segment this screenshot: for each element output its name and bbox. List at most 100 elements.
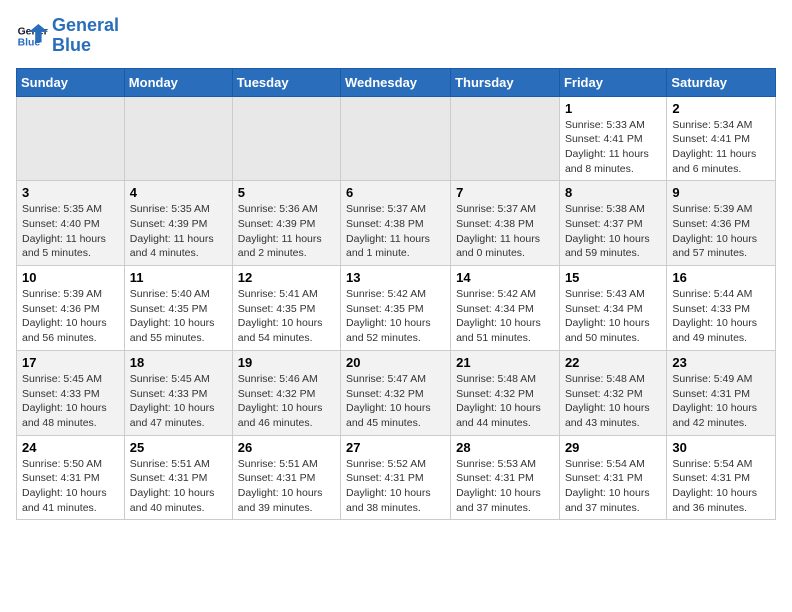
calendar-cell: 28 Sunrise: 5:53 AM Sunset: 4:31 PM Dayli… [451, 435, 560, 520]
weekday-header: Wednesday [341, 68, 451, 96]
calendar-table: SundayMondayTuesdayWednesdayThursdayFrid… [16, 68, 776, 521]
day-number: 23 [672, 355, 770, 370]
cell-info: Sunrise: 5:44 AM Sunset: 4:33 PM Dayligh… [672, 287, 770, 346]
calendar-cell: 24 Sunrise: 5:50 AM Sunset: 4:31 PM Dayli… [17, 435, 125, 520]
day-number: 9 [672, 185, 770, 200]
day-number: 15 [565, 270, 661, 285]
cell-info: Sunrise: 5:35 AM Sunset: 4:40 PM Dayligh… [22, 202, 119, 261]
day-number: 1 [565, 101, 661, 116]
weekday-header: Tuesday [232, 68, 340, 96]
page-header: General Blue GeneralBlue [16, 16, 776, 56]
calendar-cell: 17 Sunrise: 5:45 AM Sunset: 4:33 PM Dayli… [17, 350, 125, 435]
calendar-cell [341, 96, 451, 181]
weekday-header: Sunday [17, 68, 125, 96]
cell-info: Sunrise: 5:40 AM Sunset: 4:35 PM Dayligh… [130, 287, 227, 346]
day-number: 14 [456, 270, 554, 285]
logo-icon: General Blue [16, 20, 48, 52]
day-number: 6 [346, 185, 445, 200]
calendar-cell: 5 Sunrise: 5:36 AM Sunset: 4:39 PM Daylig… [232, 181, 340, 266]
logo-text: GeneralBlue [52, 16, 119, 56]
calendar-cell: 18 Sunrise: 5:45 AM Sunset: 4:33 PM Dayli… [124, 350, 232, 435]
calendar-week-row: 17 Sunrise: 5:45 AM Sunset: 4:33 PM Dayli… [17, 350, 776, 435]
cell-info: Sunrise: 5:42 AM Sunset: 4:35 PM Dayligh… [346, 287, 445, 346]
cell-info: Sunrise: 5:54 AM Sunset: 4:31 PM Dayligh… [672, 457, 770, 516]
cell-info: Sunrise: 5:47 AM Sunset: 4:32 PM Dayligh… [346, 372, 445, 431]
calendar-cell: 9Sunrise: 5:39 AM Sunset: 4:36 PM Daylig… [667, 181, 776, 266]
cell-info: Sunrise: 5:34 AM Sunset: 4:41 PM Dayligh… [672, 118, 770, 177]
cell-info: Sunrise: 5:37 AM Sunset: 4:38 PM Dayligh… [346, 202, 445, 261]
cell-info: Sunrise: 5:39 AM Sunset: 4:36 PM Dayligh… [22, 287, 119, 346]
cell-info: Sunrise: 5:51 AM Sunset: 4:31 PM Dayligh… [130, 457, 227, 516]
day-number: 8 [565, 185, 661, 200]
calendar-cell: 21 Sunrise: 5:48 AM Sunset: 4:32 PM Dayli… [451, 350, 560, 435]
calendar-cell [17, 96, 125, 181]
day-number: 13 [346, 270, 445, 285]
day-number: 3 [22, 185, 119, 200]
calendar-week-row: 10 Sunrise: 5:39 AM Sunset: 4:36 PM Dayli… [17, 266, 776, 351]
day-number: 12 [238, 270, 335, 285]
day-number: 22 [565, 355, 661, 370]
weekday-header: Monday [124, 68, 232, 96]
cell-info: Sunrise: 5:36 AM Sunset: 4:39 PM Dayligh… [238, 202, 335, 261]
calendar-cell: 1Sunrise: 5:33 AM Sunset: 4:41 PM Daylig… [559, 96, 666, 181]
day-number: 17 [22, 355, 119, 370]
calendar-cell: 6 Sunrise: 5:37 AM Sunset: 4:38 PM Daylig… [341, 181, 451, 266]
day-number: 5 [238, 185, 335, 200]
calendar-cell: 13 Sunrise: 5:42 AM Sunset: 4:35 PM Dayli… [341, 266, 451, 351]
cell-info: Sunrise: 5:45 AM Sunset: 4:33 PM Dayligh… [130, 372, 227, 431]
day-number: 28 [456, 440, 554, 455]
weekday-header: Saturday [667, 68, 776, 96]
day-number: 10 [22, 270, 119, 285]
day-number: 21 [456, 355, 554, 370]
calendar-cell: 26 Sunrise: 5:51 AM Sunset: 4:31 PM Dayli… [232, 435, 340, 520]
day-number: 2 [672, 101, 770, 116]
calendar-cell: 2 Sunrise: 5:34 AM Sunset: 4:41 PM Daylig… [667, 96, 776, 181]
calendar-cell: 4Sunrise: 5:35 AM Sunset: 4:39 PM Daylig… [124, 181, 232, 266]
cell-info: Sunrise: 5:37 AM Sunset: 4:38 PM Dayligh… [456, 202, 554, 261]
calendar-cell: 22Sunrise: 5:48 AM Sunset: 4:32 PM Dayli… [559, 350, 666, 435]
cell-info: Sunrise: 5:35 AM Sunset: 4:39 PM Dayligh… [130, 202, 227, 261]
calendar-cell: 3 Sunrise: 5:35 AM Sunset: 4:40 PM Daylig… [17, 181, 125, 266]
calendar-cell: 10 Sunrise: 5:39 AM Sunset: 4:36 PM Dayli… [17, 266, 125, 351]
day-number: 29 [565, 440, 661, 455]
calendar-cell: 30 Sunrise: 5:54 AM Sunset: 4:31 PM Dayli… [667, 435, 776, 520]
weekday-header-row: SundayMondayTuesdayWednesdayThursdayFrid… [17, 68, 776, 96]
cell-info: Sunrise: 5:46 AM Sunset: 4:32 PM Dayligh… [238, 372, 335, 431]
day-number: 11 [130, 270, 227, 285]
cell-info: Sunrise: 5:42 AM Sunset: 4:34 PM Dayligh… [456, 287, 554, 346]
calendar-cell: 20 Sunrise: 5:47 AM Sunset: 4:32 PM Dayli… [341, 350, 451, 435]
calendar-cell: 7 Sunrise: 5:37 AM Sunset: 4:38 PM Daylig… [451, 181, 560, 266]
day-number: 26 [238, 440, 335, 455]
weekday-header: Thursday [451, 68, 560, 96]
day-number: 27 [346, 440, 445, 455]
day-number: 20 [346, 355, 445, 370]
calendar-cell: 14 Sunrise: 5:42 AM Sunset: 4:34 PM Dayli… [451, 266, 560, 351]
cell-info: Sunrise: 5:54 AM Sunset: 4:31 PM Dayligh… [565, 457, 661, 516]
cell-info: Sunrise: 5:51 AM Sunset: 4:31 PM Dayligh… [238, 457, 335, 516]
calendar-cell: 16Sunrise: 5:44 AM Sunset: 4:33 PM Dayli… [667, 266, 776, 351]
calendar-cell: 29 Sunrise: 5:54 AM Sunset: 4:31 PM Dayli… [559, 435, 666, 520]
cell-info: Sunrise: 5:41 AM Sunset: 4:35 PM Dayligh… [238, 287, 335, 346]
day-number: 30 [672, 440, 770, 455]
calendar-cell: 23Sunrise: 5:49 AM Sunset: 4:31 PM Dayli… [667, 350, 776, 435]
cell-info: Sunrise: 5:45 AM Sunset: 4:33 PM Dayligh… [22, 372, 119, 431]
calendar-cell: 11 Sunrise: 5:40 AM Sunset: 4:35 PM Dayli… [124, 266, 232, 351]
calendar-cell: 25 Sunrise: 5:51 AM Sunset: 4:31 PM Dayli… [124, 435, 232, 520]
calendar-cell: 15 Sunrise: 5:43 AM Sunset: 4:34 PM Dayli… [559, 266, 666, 351]
day-number: 25 [130, 440, 227, 455]
cell-info: Sunrise: 5:43 AM Sunset: 4:34 PM Dayligh… [565, 287, 661, 346]
calendar-cell [451, 96, 560, 181]
day-number: 19 [238, 355, 335, 370]
cell-info: Sunrise: 5:48 AM Sunset: 4:32 PM Dayligh… [456, 372, 554, 431]
weekday-header: Friday [559, 68, 666, 96]
day-number: 7 [456, 185, 554, 200]
day-number: 24 [22, 440, 119, 455]
day-number: 18 [130, 355, 227, 370]
cell-info: Sunrise: 5:53 AM Sunset: 4:31 PM Dayligh… [456, 457, 554, 516]
cell-info: Sunrise: 5:50 AM Sunset: 4:31 PM Dayligh… [22, 457, 119, 516]
calendar-cell: 12 Sunrise: 5:41 AM Sunset: 4:35 PM Dayli… [232, 266, 340, 351]
calendar-cell [124, 96, 232, 181]
logo: General Blue GeneralBlue [16, 16, 119, 56]
calendar-cell [232, 96, 340, 181]
calendar-week-row: 3 Sunrise: 5:35 AM Sunset: 4:40 PM Daylig… [17, 181, 776, 266]
